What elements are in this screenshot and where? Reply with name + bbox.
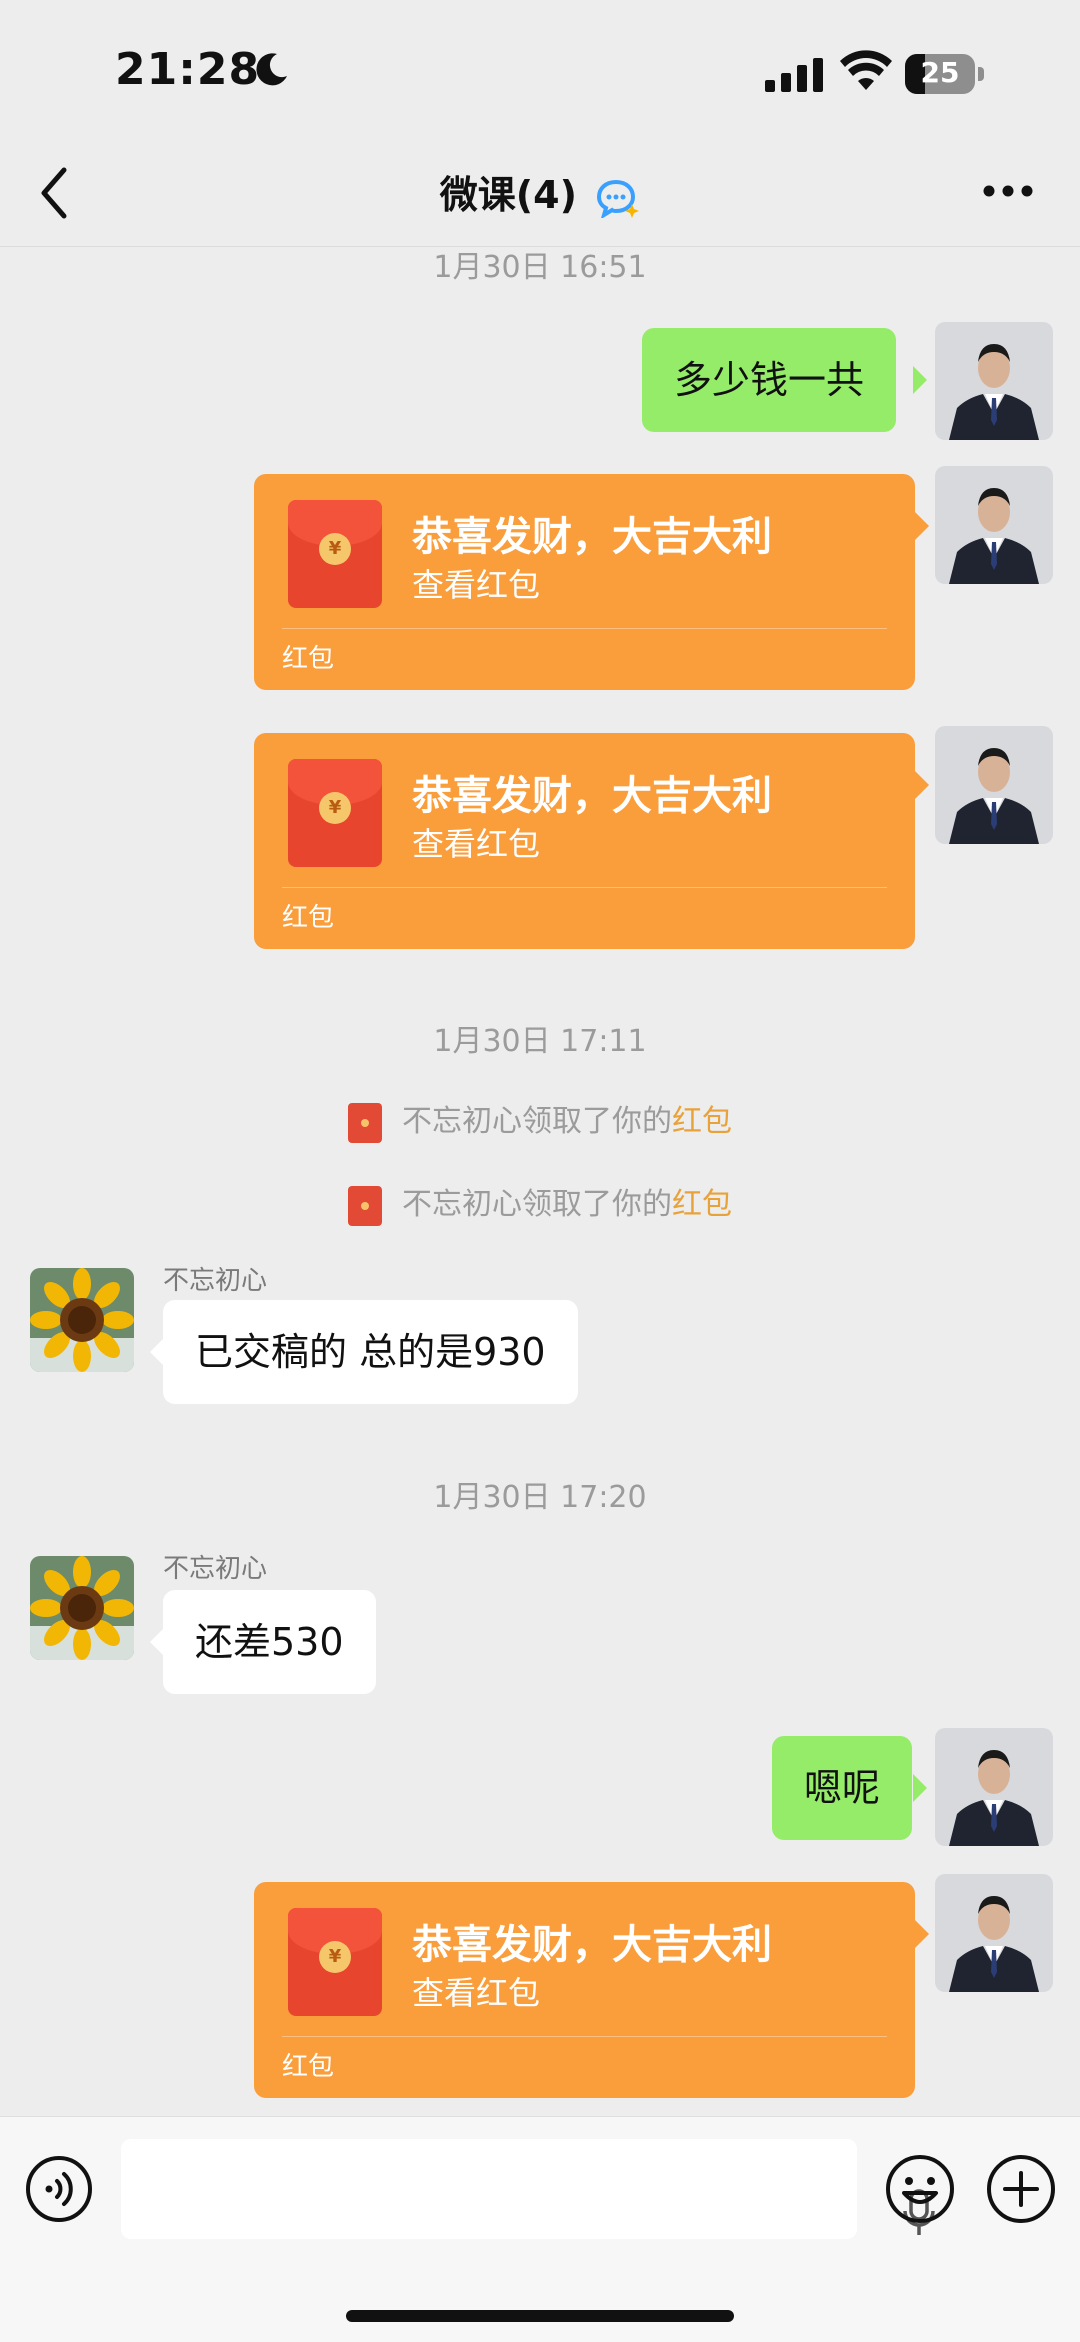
red-packet-link[interactable]: 红包 bbox=[672, 1104, 732, 1139]
battery-level: 25 bbox=[920, 56, 960, 89]
red-packet-subtitle: 查看红包 bbox=[412, 566, 541, 604]
red-packet-small-icon bbox=[348, 1102, 382, 1143]
sender-name: 不忘初心 bbox=[163, 1266, 268, 1296]
system-notice: 不忘初心领取了你的红包 bbox=[0, 1179, 1080, 1226]
avatar-me[interactable] bbox=[935, 726, 1053, 844]
red-packet-link[interactable]: 红包 bbox=[672, 1187, 732, 1222]
wifi-icon bbox=[840, 50, 892, 90]
system-notice: 不忘初心领取了你的红包 bbox=[0, 1096, 1080, 1143]
red-packet-icon: ¥ bbox=[288, 500, 382, 608]
red-packet-message[interactable]: ¥ 恭喜发财，大吉大利 查看红包 红包 bbox=[254, 474, 915, 690]
avatar-me[interactable] bbox=[935, 1728, 1053, 1846]
nav-bar: 微课(4) bbox=[0, 140, 1080, 246]
add-more-icon[interactable] bbox=[985, 2153, 1057, 2225]
message-bubble-mine[interactable]: 多少钱一共 bbox=[642, 328, 897, 432]
bubble-tail bbox=[150, 1628, 164, 1656]
red-packet-title: 恭喜发财，大吉大利 bbox=[412, 1922, 772, 1968]
voice-input-icon[interactable] bbox=[25, 2155, 93, 2223]
home-indicator[interactable] bbox=[346, 2310, 734, 2322]
chat-title-text: 微课(4) bbox=[439, 173, 577, 217]
timestamp: 1月30日 16:51 bbox=[433, 250, 647, 285]
bubble-tail bbox=[915, 512, 929, 540]
signal-icon bbox=[765, 58, 823, 92]
moon-icon bbox=[256, 53, 287, 86]
red-packet-footer: 红包 bbox=[282, 2052, 335, 2082]
timestamp: 1月30日 17:20 bbox=[433, 1480, 647, 1515]
bubble-tail bbox=[150, 1338, 164, 1366]
bubble-tail bbox=[913, 366, 927, 394]
red-packet-message[interactable]: ¥ 恭喜发财，大吉大利 查看红包 红包 bbox=[254, 733, 915, 949]
red-packet-title: 恭喜发财，大吉大利 bbox=[412, 773, 772, 819]
bubble-tail bbox=[915, 1920, 929, 1948]
message-bubble-other[interactable]: 还差530 bbox=[163, 1590, 376, 1694]
bubble-tail bbox=[913, 1774, 927, 1802]
more-icon[interactable] bbox=[982, 184, 1034, 198]
red-packet-subtitle: 查看红包 bbox=[412, 825, 541, 863]
emoji-icon[interactable] bbox=[884, 2153, 956, 2225]
status-bar: 21:28 25 bbox=[0, 0, 1080, 140]
avatar-sender[interactable] bbox=[30, 1268, 134, 1372]
battery-icon: 25 bbox=[905, 54, 987, 94]
red-packet-subtitle: 查看红包 bbox=[412, 1974, 541, 2012]
message-bubble-other[interactable]: 已交稿的 总的是930 bbox=[163, 1300, 578, 1404]
status-time: 21:28 bbox=[115, 44, 261, 95]
timestamp: 1月30日 17:11 bbox=[433, 1024, 647, 1059]
red-packet-title: 恭喜发财，大吉大利 bbox=[412, 514, 772, 560]
avatar-sender[interactable] bbox=[30, 1556, 134, 1660]
red-packet-small-icon bbox=[348, 1185, 382, 1226]
message-input[interactable] bbox=[121, 2139, 935, 2239]
chat-ai-icon bbox=[597, 179, 640, 218]
red-packet-footer: 红包 bbox=[282, 903, 335, 933]
bubble-tail bbox=[915, 771, 929, 799]
avatar-me[interactable] bbox=[935, 322, 1053, 440]
red-packet-icon: ¥ bbox=[288, 759, 382, 867]
red-packet-footer: 红包 bbox=[282, 644, 335, 674]
input-bar bbox=[0, 2116, 1080, 2342]
sender-name: 不忘初心 bbox=[163, 1554, 268, 1584]
avatar-me[interactable] bbox=[935, 1874, 1053, 1992]
red-packet-icon: ¥ bbox=[288, 1908, 382, 2016]
chat-title[interactable]: 微课(4) bbox=[0, 164, 1080, 219]
red-packet-message[interactable]: ¥ 恭喜发财，大吉大利 查看红包 红包 bbox=[254, 1882, 915, 2098]
message-bubble-mine[interactable]: 嗯呢 bbox=[772, 1736, 913, 1840]
avatar-me[interactable] bbox=[935, 466, 1053, 584]
